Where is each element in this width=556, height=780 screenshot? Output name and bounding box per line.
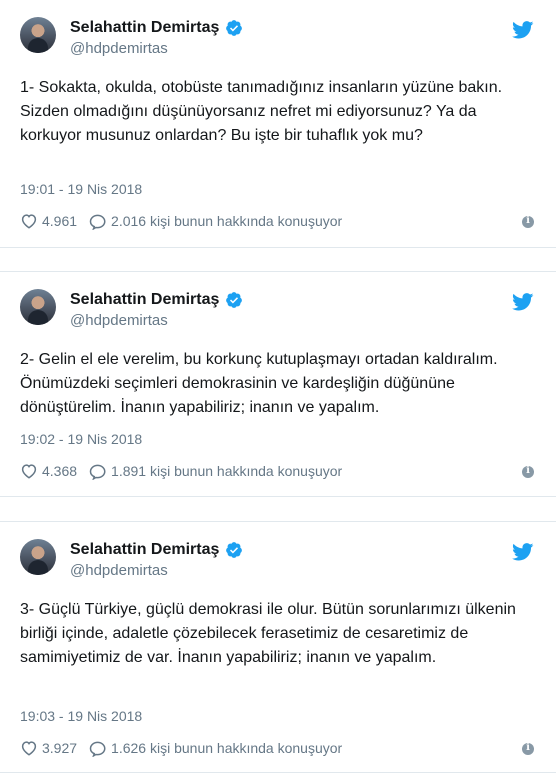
heart-icon — [21, 464, 37, 479]
like-button[interactable]: 3.927 — [20, 739, 77, 757]
conversation-button[interactable]: 1.891 kişi bunun hakkında konuşuyor — [89, 462, 342, 480]
conversation-text: 2.016 kişi bunun hakkında konuşuyor — [111, 213, 343, 229]
tweet-card: Selahattin Demirtaş @hdpdemirtas 2- Geli… — [0, 271, 556, 497]
tweet-text: 3- Güçlü Türkiye, güçlü demokrasi ile ol… — [20, 601, 516, 666]
like-button[interactable]: 4.368 — [20, 462, 77, 480]
tweet-card: Selahattin Demirtaş @hdpdemirtas 1- Soka… — [0, 0, 556, 248]
twitter-bird-icon[interactable] — [512, 543, 534, 561]
info-icon[interactable] — [522, 215, 534, 228]
tweet-timestamp[interactable]: 19:02 - 19 Nis 2018 — [20, 431, 142, 447]
like-count: 4.368 — [42, 463, 78, 479]
like-count: 4.961 — [42, 213, 78, 229]
avatar[interactable] — [20, 539, 56, 575]
verified-badge-icon — [226, 542, 243, 558]
tweet-text: 2- Gelin el ele verelim, bu korkunç kutu… — [20, 351, 498, 416]
info-icon[interactable] — [522, 742, 534, 755]
author-handle[interactable]: @hdpdemirtas — [70, 312, 168, 329]
author-name-text[interactable]: Selahattin Demirtaş — [70, 19, 219, 37]
tweet-card: Selahattin Demirtaş @hdpdemirtas 3- Güçl… — [0, 521, 556, 773]
info-icon[interactable] — [522, 465, 534, 478]
like-button[interactable]: 4.961 — [20, 212, 77, 230]
tweet-timestamp[interactable]: 19:01 - 19 Nis 2018 — [20, 181, 142, 197]
like-count: 3.927 — [42, 740, 78, 756]
conversation-text: 1.891 kişi bunun hakkında konuşuyor — [111, 463, 343, 479]
author-handle[interactable]: @hdpdemirtas — [70, 40, 168, 57]
heart-icon — [21, 741, 37, 756]
tweet-text: 1- Sokakta, okulda, otobüste tanımadığın… — [20, 79, 503, 144]
author-name-text[interactable]: Selahattin Demirtaş — [70, 291, 219, 309]
author-name[interactable]: Selahattin Demirtaş — [70, 291, 243, 309]
twitter-bird-icon[interactable] — [512, 293, 534, 311]
verified-badge-icon — [226, 292, 243, 308]
verified-badge-icon — [226, 20, 243, 36]
speech-bubble-icon — [89, 741, 106, 757]
conversation-text: 1.626 kişi bunun hakkında konuşuyor — [111, 740, 343, 756]
tweet-timestamp[interactable]: 19:03 - 19 Nis 2018 — [20, 708, 142, 724]
author-name[interactable]: Selahattin Demirtaş — [70, 19, 243, 37]
author-handle[interactable]: @hdpdemirtas — [70, 562, 168, 579]
author-name[interactable]: Selahattin Demirtaş — [70, 541, 243, 559]
author-name-text[interactable]: Selahattin Demirtaş — [70, 541, 219, 559]
avatar[interactable] — [20, 17, 56, 53]
tweet-actions: 4.368 1.891 kişi bunun hakkında konuşuyo… — [20, 462, 354, 480]
twitter-bird-icon[interactable] — [512, 21, 534, 39]
conversation-button[interactable]: 2.016 kişi bunun hakkında konuşuyor — [89, 212, 342, 230]
heart-icon — [21, 214, 37, 229]
speech-bubble-icon — [89, 464, 106, 480]
conversation-button[interactable]: 1.626 kişi bunun hakkında konuşuyor — [89, 739, 342, 757]
tweet-actions: 3.927 1.626 kişi bunun hakkında konuşuyo… — [20, 739, 354, 757]
speech-bubble-icon — [89, 214, 106, 230]
tweet-actions: 4.961 2.016 kişi bunun hakkında konuşuyo… — [20, 212, 354, 230]
avatar[interactable] — [20, 289, 56, 325]
